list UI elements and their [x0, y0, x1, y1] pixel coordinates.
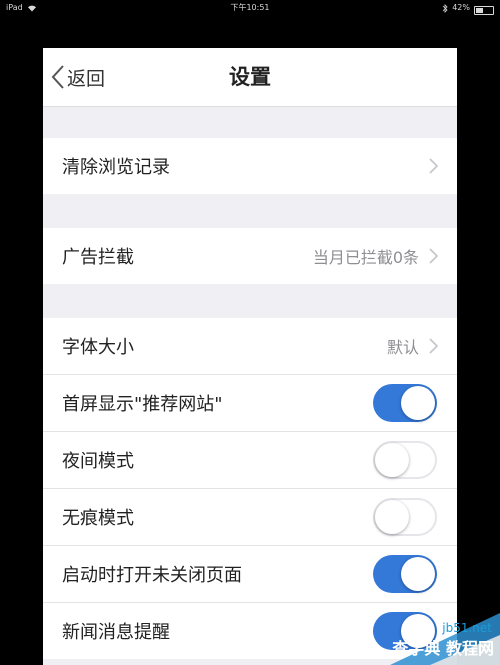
chevron-right-icon — [429, 338, 438, 354]
toggle-knob — [375, 443, 409, 477]
watermark: jb51.net 查字典 教程网 — [360, 605, 500, 665]
settings-row[interactable]: 首屏显示"推荐网站" — [43, 375, 457, 432]
settings-row-label: 夜间模式 — [62, 451, 134, 472]
settings-row[interactable]: 夜间模式 — [43, 432, 457, 489]
settings-row-value: 当月已拦截0条 — [312, 248, 419, 267]
settings-group-adblock: 广告拦截 当月已拦截0条 — [43, 228, 457, 284]
status-right: 42% — [442, 0, 494, 16]
navigation-bar: 返回 设置 — [43, 48, 457, 107]
settings-row-value: 默认 — [386, 338, 419, 357]
chevron-right-icon — [429, 158, 438, 174]
toggle-switch[interactable] — [373, 441, 437, 479]
settings-row[interactable]: 字体大小 默认 — [43, 318, 457, 375]
status-bar: iPad 下午10:51 42% — [0, 0, 500, 16]
toggle-switch[interactable] — [373, 498, 437, 536]
settings-row[interactable]: 广告拦截 当月已拦截0条 — [43, 228, 457, 284]
watermark-site: jb51.net — [442, 621, 492, 635]
watermark-brand: 查字典 教程网 — [392, 639, 494, 658]
settings-row[interactable]: 无痕模式 — [43, 489, 457, 546]
settings-row-label: 启动时打开未关闭页面 — [62, 565, 242, 586]
toggle-knob — [375, 500, 409, 534]
battery-percent: 42% — [452, 3, 470, 12]
toggle-switch[interactable] — [373, 384, 437, 422]
settings-row-label: 无痕模式 — [62, 508, 134, 529]
settings-group-history: 清除浏览记录 — [43, 138, 457, 194]
toggle-switch[interactable] — [373, 555, 437, 593]
toggle-knob — [401, 557, 435, 591]
battery-icon — [474, 5, 494, 15]
settings-row-label: 首屏显示"推荐网站" — [62, 394, 223, 415]
settings-row-label: 字体大小 — [62, 337, 134, 358]
settings-row-label: 广告拦截 — [62, 247, 134, 268]
settings-panel: 返回 设置 清除浏览记录 广告拦截 当月已拦截0条 字体大小 默认首屏显示"推荐网站… — [43, 48, 457, 665]
settings-row-label: 新闻消息提醒 — [62, 622, 170, 643]
status-time: 下午10:51 — [230, 3, 270, 12]
toggle-knob — [401, 386, 435, 420]
chevron-right-icon — [429, 248, 438, 264]
settings-row[interactable]: 清除浏览记录 — [43, 138, 457, 194]
battery-fill — [476, 7, 483, 13]
settings-row-label: 清除浏览记录 — [62, 157, 170, 178]
page-title: 设置 — [229, 65, 271, 89]
bluetooth-icon — [442, 3, 448, 13]
settings-row[interactable]: 启动时打开未关闭页面 — [43, 546, 457, 603]
